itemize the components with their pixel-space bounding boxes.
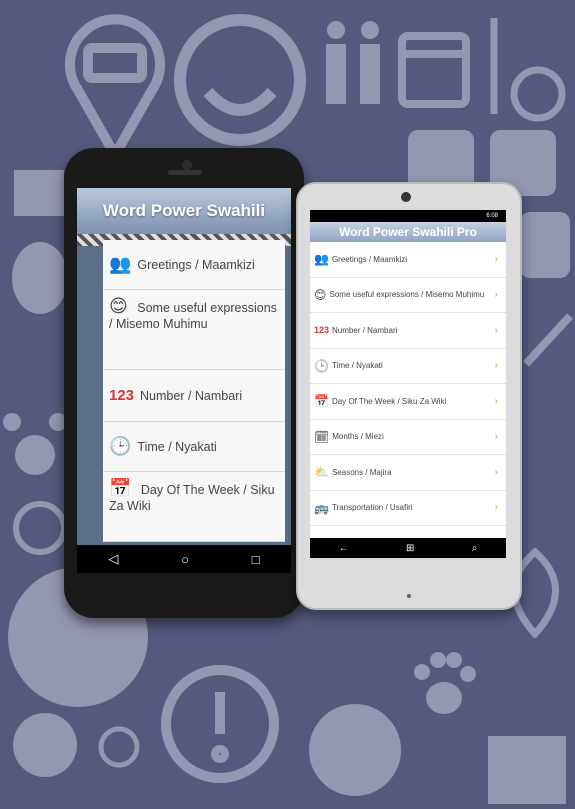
camera-icon bbox=[401, 192, 411, 202]
hedgehog-icon bbox=[12, 242, 68, 314]
menu-item-expressions[interactable]: 😊 Some useful expressions / Misemo Muhimu… bbox=[310, 278, 506, 313]
chevron-right-icon: › bbox=[494, 324, 498, 336]
search-icon[interactable]: ⌕ bbox=[472, 543, 478, 554]
windows-screen: 6:08 Word Power Swahili Pro 👥 Greetings /… bbox=[310, 210, 506, 558]
menu-item-transportation[interactable]: 🚌 Transportation / Usafiri › bbox=[310, 491, 506, 526]
language-icon bbox=[98, 726, 140, 768]
status-bar: 6:08 bbox=[310, 210, 506, 222]
menu-item-number[interactable]: 123 Number / Nambari bbox=[103, 370, 285, 422]
smiley-icon bbox=[174, 14, 306, 146]
font-size-icon bbox=[13, 501, 67, 555]
chevron-right-icon: › bbox=[494, 431, 498, 443]
calendar-icon: 📅 bbox=[314, 394, 329, 409]
calendar-icon: 📅 bbox=[109, 478, 132, 498]
eco-globe-icon bbox=[309, 704, 401, 796]
menu-item-seasons[interactable]: ⛅ Seasons / Majira › bbox=[310, 455, 506, 491]
menu-item-time[interactable]: 🕒 Time / Nyakati bbox=[103, 422, 285, 472]
menu-item-time[interactable]: 🕒 Time / Nyakati › bbox=[310, 349, 506, 384]
clock-icon: 🕒 bbox=[109, 436, 132, 456]
menu-item-label: Seasons / Majira bbox=[331, 467, 392, 477]
android-phone: Word Power Swahili 👥 Greetings / Maamkiz… bbox=[64, 148, 304, 618]
phone-sensor bbox=[407, 594, 411, 598]
menu-item-label: Day Of The Week / Siku Za Wiki bbox=[331, 396, 447, 406]
chevron-right-icon: › bbox=[494, 502, 498, 514]
menu-item-label: Day Of The Week / Siku Za Wiki bbox=[109, 483, 275, 513]
android-app-body: 👥 Greetings / Maamkizi 😊 Some useful exp… bbox=[77, 234, 291, 545]
menu-item-greetings[interactable]: 👥 Greetings / Maamkizi bbox=[103, 240, 285, 290]
menu-item-label: Time / Nyakati bbox=[331, 361, 383, 371]
chevron-right-icon: › bbox=[494, 466, 498, 478]
menu-item-label: Months / Miezi bbox=[332, 432, 384, 442]
chevron-right-icon: › bbox=[494, 395, 498, 407]
divide-icon bbox=[520, 212, 570, 278]
smiley-icon: 😊 bbox=[109, 296, 128, 316]
paw-icon bbox=[3, 413, 67, 475]
calendar-icon bbox=[398, 32, 470, 108]
speaker bbox=[168, 170, 202, 175]
month-icon: 🗓 bbox=[314, 429, 330, 444]
office-supplies-icon bbox=[488, 736, 566, 804]
menu-item-greetings[interactable]: 👥 Greetings / Maamkizi › bbox=[310, 242, 506, 278]
menu-item-label: Number / Nambari bbox=[332, 325, 398, 335]
numbers-icon: 123 bbox=[109, 387, 135, 404]
paw-print-icon bbox=[414, 652, 476, 714]
chevron-right-icon: › bbox=[494, 289, 498, 301]
recent-apps-icon[interactable]: □ bbox=[252, 552, 260, 567]
stationery-icon bbox=[14, 170, 64, 216]
menu-item-day-of-week[interactable]: 📅 Day Of The Week / Siku Za Wiki › bbox=[310, 384, 506, 420]
bus-icon: 🚌 bbox=[314, 500, 329, 515]
clock-icon: 🕒 bbox=[314, 358, 329, 373]
menu-item-number[interactable]: 123 Number / Nambari › bbox=[310, 313, 506, 349]
home-icon[interactable]: ○ bbox=[181, 552, 189, 567]
people-icon: 👥 bbox=[109, 254, 132, 274]
windows-home-icon[interactable]: ⊞ bbox=[406, 543, 414, 554]
menu-item-expressions[interactable]: 😊 Some useful expressions / Misemo Muhim… bbox=[103, 290, 285, 370]
windows-menu-list: 👥 Greetings / Maamkizi › 😊 Some useful expr… bbox=[310, 242, 506, 526]
menu-item-label: Some useful expressions / Misemo Muhimu bbox=[329, 290, 485, 300]
menu-item-day-of-week[interactable]: 📅 Day Of The Week / Siku Za Wiki bbox=[103, 472, 285, 542]
menu-item-label: Greetings / Maamkizi bbox=[137, 257, 255, 272]
menu-item-label: Some useful expressions / Misemo Muhimu bbox=[109, 301, 277, 331]
alert-icon bbox=[161, 665, 279, 783]
menu-item-label: Number / Nambari bbox=[140, 388, 243, 403]
chevron-right-icon: › bbox=[494, 360, 498, 372]
people-icon bbox=[326, 21, 380, 104]
windows-nav-bar: ← ⊞ ⌕ bbox=[310, 538, 506, 558]
windows-app-title: Word Power Swahili Pro bbox=[310, 222, 506, 242]
menu-item-months[interactable]: 🗓 Months / Miezi › bbox=[310, 420, 506, 455]
back-icon[interactable]: ◁ bbox=[108, 551, 118, 567]
location-pin-bus-icon bbox=[65, 14, 165, 160]
menu-item-label: Greetings / Maamkizi bbox=[331, 254, 408, 264]
android-menu-list: 👥 Greetings / Maamkizi 😊 Some useful exp… bbox=[103, 240, 285, 542]
numbers-icon: 123 bbox=[314, 325, 330, 336]
chevron-right-icon: › bbox=[494, 253, 498, 265]
back-icon[interactable]: ← bbox=[339, 543, 349, 554]
wheelchair-icon bbox=[490, 18, 566, 122]
weather-icon: ⛅ bbox=[314, 465, 329, 480]
menu-item-label: Time / Nyakati bbox=[137, 439, 217, 454]
smiley-icon: 😊 bbox=[314, 287, 327, 302]
android-screen: Word Power Swahili 👥 Greetings / Maamkiz… bbox=[77, 188, 291, 573]
palette-icon bbox=[13, 713, 77, 777]
menu-item-label: Transportation / Usafiri bbox=[331, 503, 413, 513]
android-app-title: Word Power Swahili bbox=[77, 188, 291, 234]
people-icon: 👥 bbox=[314, 252, 329, 267]
brush-icon bbox=[523, 313, 573, 367]
camera-icon bbox=[182, 160, 192, 170]
android-nav-bar: ◁ ○ □ bbox=[77, 545, 291, 573]
status-time: 6:08 bbox=[486, 213, 498, 219]
windows-phone: 6:08 Word Power Swahili Pro 👥 Greetings /… bbox=[296, 182, 522, 610]
